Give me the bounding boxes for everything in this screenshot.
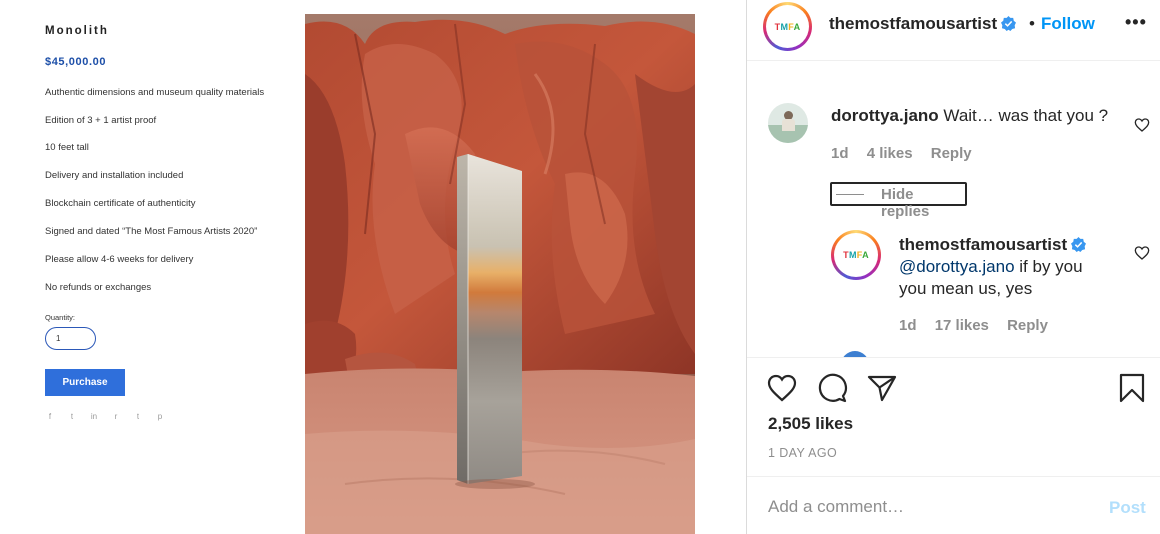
product-feature: Edition of 3 + 1 artist proof (45, 115, 157, 126)
purchase-button[interactable]: Purchase (45, 369, 125, 396)
comment-like-heart-icon[interactable] (1134, 117, 1150, 133)
twitter-icon[interactable]: t (67, 412, 77, 421)
reply-text-line2: you mean us, yes (899, 279, 1033, 298)
reply-likes[interactable]: 17 likes (935, 317, 989, 334)
facebook-icon[interactable]: f (45, 412, 55, 421)
reply-text: if by you (1014, 257, 1083, 276)
post-comment-button[interactable]: Post (1109, 498, 1146, 518)
comment-reply-button[interactable]: Reply (931, 145, 972, 162)
monolith-photo (305, 14, 695, 534)
pinterest-icon[interactable]: p (155, 412, 165, 421)
quantity-input[interactable] (45, 327, 96, 350)
post-actions: 2,505 likes 1 DAY AGO (747, 357, 1160, 475)
product-feature: 10 feet tall (45, 142, 89, 153)
reply-avatar[interactable]: TMFA (831, 230, 881, 280)
linkedin-icon[interactable]: in (89, 412, 99, 421)
product-feature: No refunds or exchanges (45, 282, 152, 293)
save-bookmark-icon[interactable] (1116, 372, 1148, 404)
quantity-label: Quantity: (45, 313, 76, 322)
likes-count[interactable]: 2,505 likes (768, 414, 853, 434)
reply-mention-link[interactable]: @dorottya.jano (899, 257, 1015, 276)
comment-text: Wait… was that you ? (943, 106, 1109, 125)
hide-replies-button[interactable]: Hide replies (830, 182, 967, 220)
instagram-panel: TMFA themostfamousartist • Follow ••• do… (746, 0, 1160, 534)
reply-reply-button[interactable]: Reply (1007, 317, 1048, 334)
avatar-logo: TMFA (843, 250, 869, 260)
post-header: TMFA themostfamousartist • Follow ••• (747, 0, 1160, 60)
product-feature: Authentic dimensions and museum quality … (45, 87, 265, 98)
author-avatar[interactable]: TMFA (763, 2, 812, 51)
avatar-logo: TMFA (774, 21, 801, 32)
like-heart-icon[interactable] (766, 372, 798, 404)
commenter-avatar[interactable] (768, 103, 808, 143)
verified-badge-icon (1071, 237, 1087, 252)
share-icons: f t in r t p (45, 412, 165, 421)
author-username[interactable]: themostfamousartist (829, 14, 1017, 34)
add-comment-bar: Post (747, 476, 1160, 534)
reddit-icon[interactable]: r (111, 412, 121, 421)
comment-username[interactable]: dorottya.jano (831, 106, 939, 125)
product-panel: Monolith $45,000.00 Authentic dimensions… (0, 0, 300, 534)
comment-likes[interactable]: 4 likes (867, 145, 913, 162)
tumblr-icon[interactable]: t (133, 412, 143, 421)
add-comment-input[interactable] (768, 495, 1088, 519)
product-price: $45,000.00 (45, 56, 107, 68)
product-feature: Please allow 4-6 weeks for delivery (45, 254, 194, 265)
follow-button[interactable]: Follow (1041, 14, 1095, 34)
product-feature: Signed and dated “The Most Famous Artist… (45, 226, 258, 237)
verified-badge-icon (1001, 16, 1017, 31)
more-options-icon[interactable]: ••• (1125, 12, 1147, 33)
product-title: Monolith (45, 25, 109, 37)
post-time[interactable]: 1 DAY AGO (768, 446, 837, 460)
separator-dot: • (1029, 14, 1035, 33)
product-feature: Delivery and installation included (45, 170, 184, 181)
reply-like-heart-icon[interactable] (1134, 245, 1150, 261)
comment-bubble-icon[interactable] (816, 372, 848, 404)
comment-age[interactable]: 1d (831, 145, 849, 162)
reply-username[interactable]: themostfamousartist (899, 235, 1067, 254)
reply-age[interactable]: 1d (899, 317, 917, 334)
product-feature: Blockchain certificate of authenticity (45, 198, 196, 209)
comments-list[interactable]: dorottya.jano Wait… was that you ? 1d 4 … (747, 60, 1160, 357)
share-paper-plane-icon[interactable] (866, 372, 898, 404)
